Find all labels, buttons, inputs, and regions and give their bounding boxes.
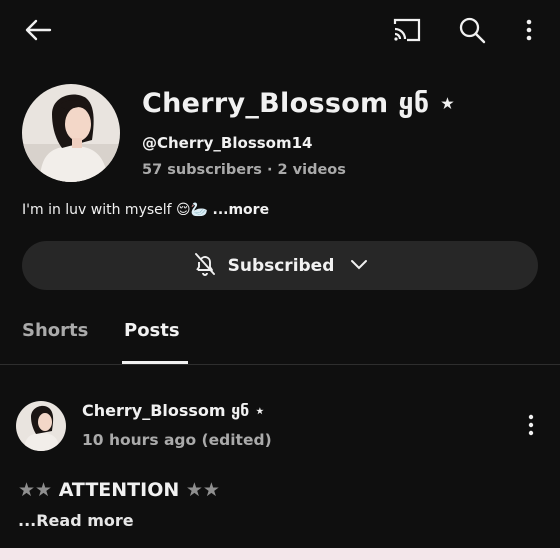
chevron-down-icon bbox=[350, 256, 368, 275]
subscribed-button[interactable]: Subscribed bbox=[22, 241, 538, 290]
star-decoration: ★★ bbox=[18, 479, 53, 501]
post-image-preview[interactable] bbox=[0, 548, 560, 560]
bio-text: I'm in luv with myself 😌🦢 bbox=[22, 202, 213, 218]
star-decoration: ★★ bbox=[185, 479, 220, 501]
post-author-name[interactable]: Cherry_Blossom ყნ ⋆ bbox=[82, 401, 265, 420]
bell-off-icon bbox=[192, 251, 218, 281]
channel-handle: @Cherry_Blossom14 bbox=[142, 134, 313, 152]
channel-stats: 57 subscribers · 2 videos bbox=[142, 162, 346, 178]
read-more-link[interactable]: ...Read more bbox=[18, 511, 134, 530]
channel-avatar[interactable] bbox=[22, 84, 120, 182]
channel-tabs: Shorts Posts bbox=[0, 306, 560, 365]
tab-posts[interactable]: Posts bbox=[124, 320, 180, 341]
tab-shorts[interactable]: Shorts bbox=[22, 320, 88, 341]
post-headline-text: ATTENTION bbox=[52, 479, 186, 501]
channel-name: Cherry_Blossom ყნ ⋆ bbox=[142, 88, 457, 119]
search-icon[interactable] bbox=[456, 15, 488, 45]
back-arrow-icon[interactable] bbox=[22, 16, 54, 44]
channel-bio[interactable]: I'm in luv with myself 😌🦢 ...more bbox=[22, 202, 269, 218]
post-more-vertical-icon[interactable] bbox=[528, 414, 534, 440]
bio-more-link[interactable]: ...more bbox=[213, 202, 270, 218]
post-timestamp: 10 hours ago (edited) bbox=[82, 431, 272, 449]
post-author-avatar[interactable] bbox=[16, 401, 66, 451]
more-vertical-icon[interactable] bbox=[518, 16, 540, 44]
post-headline: ★★ ATTENTION ★★ bbox=[18, 479, 220, 501]
subscribed-label: Subscribed bbox=[227, 255, 335, 276]
cast-icon[interactable] bbox=[390, 16, 424, 44]
top-app-bar bbox=[0, 0, 560, 60]
active-tab-indicator bbox=[122, 361, 188, 364]
